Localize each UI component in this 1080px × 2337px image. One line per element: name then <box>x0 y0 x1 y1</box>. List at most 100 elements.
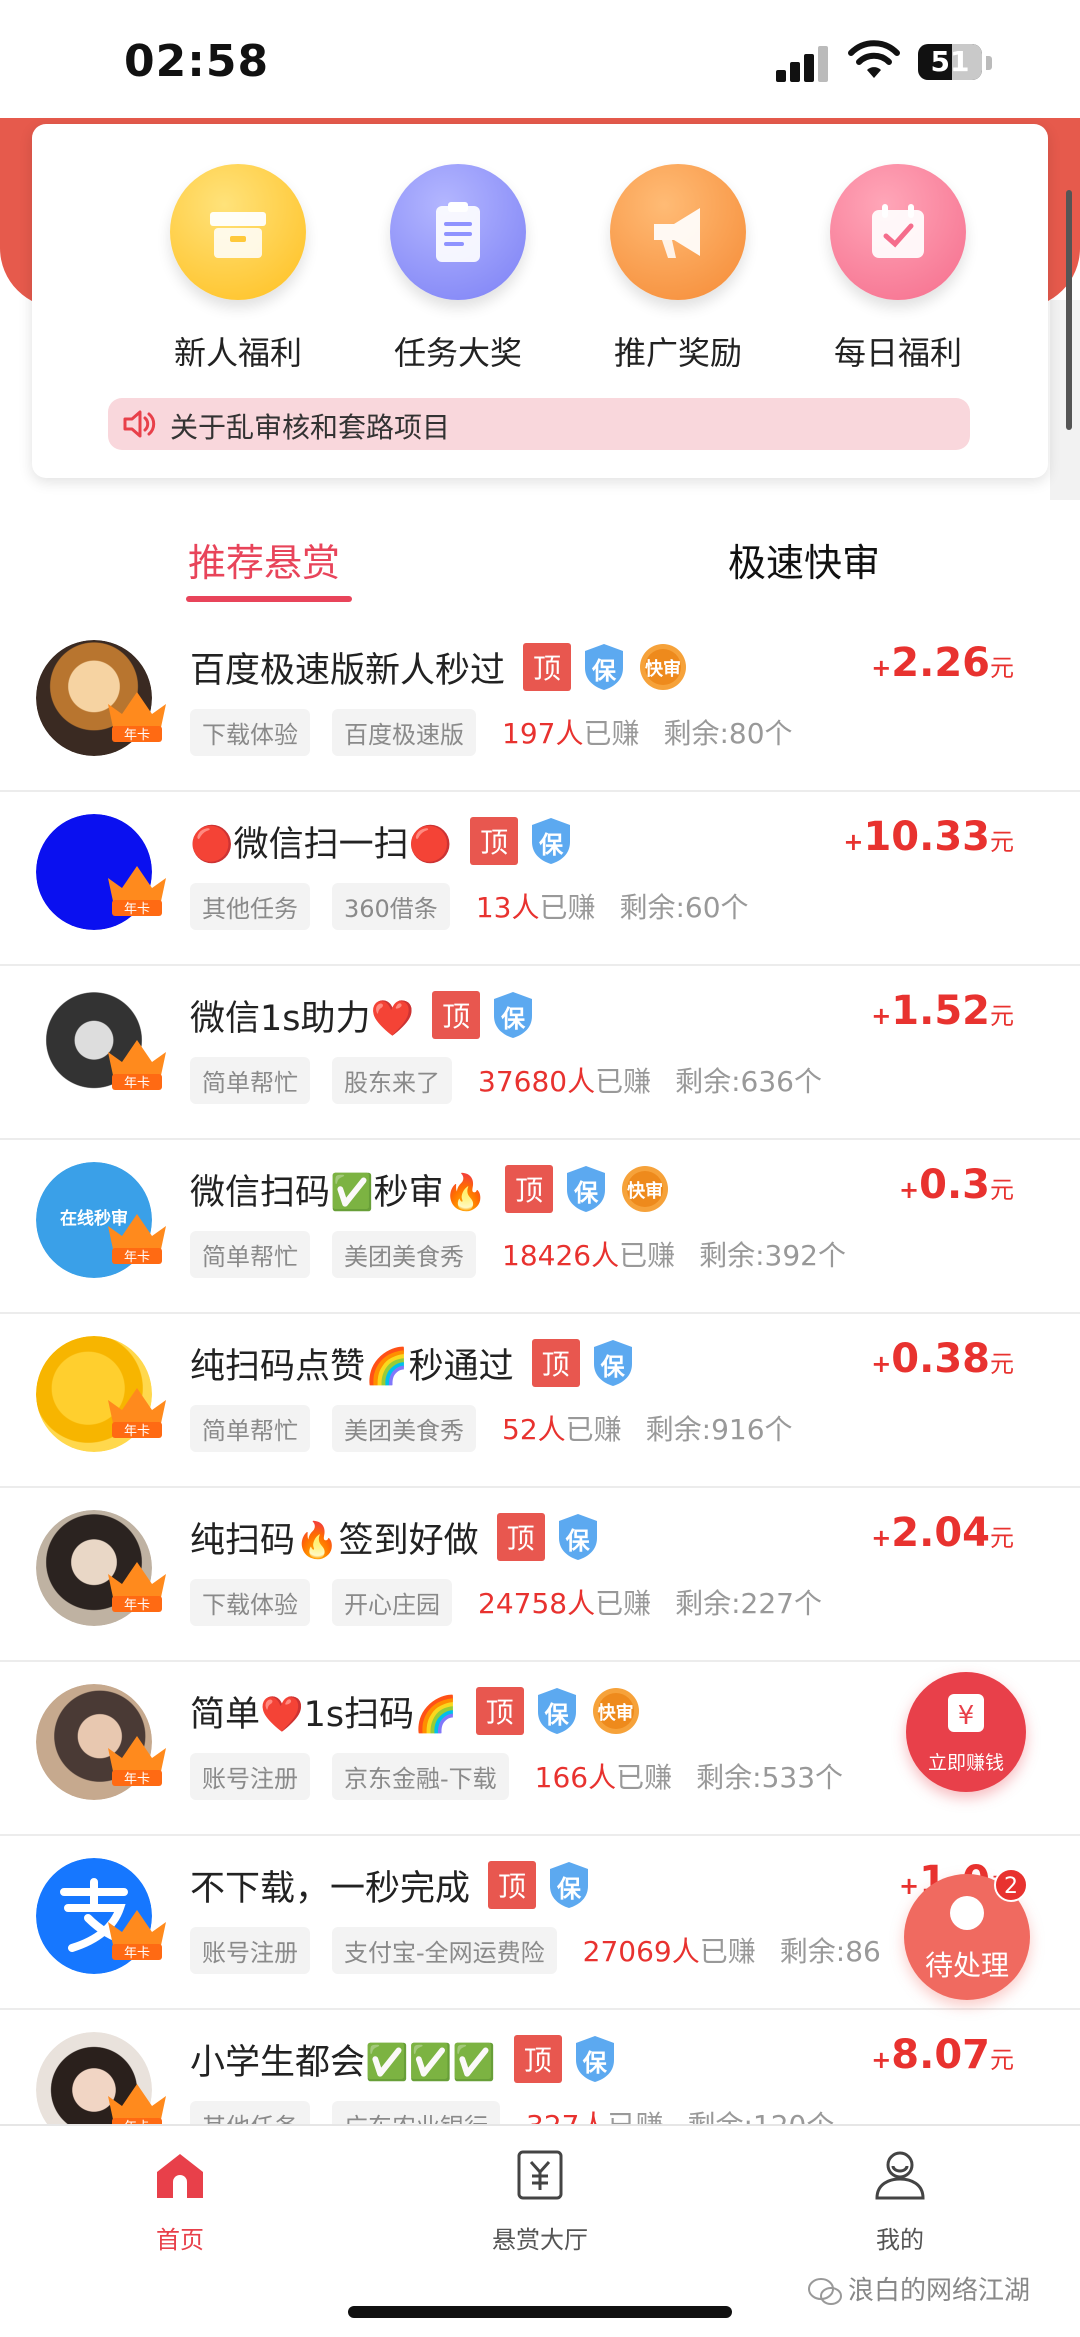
earned-count: 13人已赚 <box>475 891 596 924</box>
guarantee-badge: 保 <box>534 1686 580 1736</box>
task-row[interactable]: 年卡 🔴微信扫一扫🔴 顶 保 其他任务 360借条 13人已赚 剩余:60个 +… <box>0 792 1080 966</box>
tab-fast-review[interactable]: 极速快审 <box>728 532 880 587</box>
earn-now-button[interactable]: ¥ 立即赚钱 <box>906 1672 1026 1792</box>
megaphone-icon <box>610 164 746 300</box>
pending-button[interactable]: 待处理 2 <box>904 1868 1030 2000</box>
earned-count: 18426人已赚 <box>502 1239 676 1272</box>
pin-badge: 顶 <box>475 1687 524 1735</box>
guarantee-badge: 保 <box>590 1338 636 1388</box>
app-tag: 广东农业银行 <box>332 2100 500 2124</box>
reward-price: +8.07元 <box>871 2032 1014 2078</box>
remaining-count: 剩余:227个 <box>675 1587 822 1620</box>
menu-task-prize[interactable]: 任务大奖 <box>358 164 558 374</box>
earned-count: 37680人已赚 <box>478 1065 652 1098</box>
pin-badge: 顶 <box>432 991 481 1039</box>
svg-text:¥: ¥ <box>958 1701 975 1731</box>
crown-icon: 年卡 <box>108 1736 166 1787</box>
guarantee-badge: 保 <box>528 816 574 866</box>
task-title: 微信1s助力❤️ <box>190 998 415 1039</box>
nav-profile[interactable]: 我的 <box>800 2148 1000 2255</box>
app-tag: 股东来了 <box>332 1056 452 1104</box>
crown-icon: 年卡 <box>108 1040 166 1091</box>
task-row[interactable]: 在线秒审 年卡 微信扫码✅秒审🔥 顶 保 快审 简单帮忙 美团美食秀 18426… <box>0 1140 1080 1314</box>
pin-badge: 顶 <box>496 1513 545 1561</box>
earned-count: 327人已赚 <box>526 2104 663 2124</box>
nav-reward-hall[interactable]: 悬赏大厅 <box>440 2148 640 2255</box>
category-tag: 其他任务 <box>190 882 310 930</box>
task-title: 🔴微信扫一扫🔴 <box>190 824 453 865</box>
task-row[interactable]: 年卡 纯扫码点赞🌈秒通过 顶 保 简单帮忙 美团美食秀 52人已赚 剩余:916… <box>0 1314 1080 1488</box>
earned-count: 197人已赚 <box>502 717 640 750</box>
task-title: 简单❤️1s扫码🌈 <box>190 1694 458 1735</box>
menu-daily-welfare[interactable]: 每日福利 <box>798 164 998 374</box>
app-tag: 百度极速版 <box>332 708 476 756</box>
svg-text:年卡: 年卡 <box>124 1250 150 1265</box>
battery-level: 51 <box>930 45 970 78</box>
category-tag: 账号注册 <box>190 1926 310 1974</box>
nav-label: 首页 <box>156 2226 204 2254</box>
guarantee-badge: 保 <box>546 1860 592 1910</box>
task-row[interactable]: 年卡 百度极速版新人秒过 顶 保 快审 下载体验 百度极速版 197人已赚 剩余… <box>0 618 1080 792</box>
crown-icon: 年卡 <box>108 1910 166 1961</box>
pin-badge: 顶 <box>505 1165 554 1213</box>
svg-text:年卡: 年卡 <box>124 1424 150 1439</box>
remaining-count: 剩余:120个 <box>687 2104 834 2124</box>
guarantee-badge: 保 <box>490 990 536 1040</box>
signal-icon <box>776 46 832 82</box>
remaining-count: 剩余:60个 <box>619 891 749 924</box>
menu-newcomer-welfare[interactable]: 新人福利 <box>138 164 338 374</box>
svg-text:年卡: 年卡 <box>124 1598 150 1613</box>
task-row[interactable]: 年卡 小学生都会✅✅✅ 顶 保 其他任务 广东农业银行 327人已赚 剩余:12… <box>0 2010 1080 2124</box>
scrollbar[interactable] <box>1066 190 1072 430</box>
crown-icon: 年卡 <box>108 1214 166 1265</box>
svg-text:年卡: 年卡 <box>124 902 150 917</box>
notice-bar[interactable]: 关于乱审核和套路项目 <box>108 398 970 450</box>
crown-icon: 年卡 <box>108 866 166 917</box>
money-bag-icon: ¥ <box>948 1694 984 1732</box>
crown-icon: 年卡 <box>108 1562 166 1613</box>
earned-count: 27069人已赚 <box>582 1935 756 1968</box>
status-time: 02:58 <box>124 36 270 87</box>
guarantee-badge: 保 <box>563 1164 609 1214</box>
calendar-check-icon <box>830 164 966 300</box>
tab-active-indicator <box>186 596 352 602</box>
remaining-count: 剩余:86 <box>779 1935 881 1968</box>
category-tag: 其他任务 <box>190 2100 310 2124</box>
nav-home[interactable]: 首页 <box>80 2148 280 2255</box>
pending-label: 待处理 <box>924 1949 1009 1982</box>
nav-label: 我的 <box>876 2226 924 2254</box>
nav-label: 悬赏大厅 <box>492 2226 588 2254</box>
svg-text:年卡: 年卡 <box>124 1076 150 1091</box>
app-tag: 美团美食秀 <box>332 1404 476 1452</box>
svg-text:年卡: 年卡 <box>124 1772 150 1787</box>
menu-label: 新人福利 <box>173 334 302 372</box>
crown-icon: 年卡 <box>108 2084 166 2124</box>
pin-badge: 顶 <box>470 817 519 865</box>
category-tag: 下载体验 <box>190 708 310 756</box>
notice-text: 关于乱审核和套路项目 <box>170 411 451 444</box>
app-tag: 美团美食秀 <box>332 1230 476 1278</box>
quick-menu-card: 新人福利 任务大奖 推广奖励 每日福利 关于乱审核和套路项目 <box>32 124 1048 478</box>
fast-review-badge: 快审 <box>619 1164 671 1214</box>
profile-icon <box>875 2151 925 2200</box>
app-tag: 开心庄园 <box>332 1578 452 1626</box>
task-row[interactable]: 年卡 微信1s助力❤️ 顶 保 简单帮忙 股东来了 37680人已赚 剩余:63… <box>0 966 1080 1140</box>
task-title: 百度极速版新人秒过 <box>190 650 506 691</box>
guarantee-badge: 保 <box>555 1512 601 1562</box>
crown-icon: 年卡 <box>108 692 166 743</box>
app-tag: 京东金融-下载 <box>332 1752 509 1800</box>
watermark: 浪白的网络江湖 <box>808 2270 1030 2307</box>
task-title: 纯扫码点赞🌈秒通过 <box>190 1346 514 1387</box>
guarantee-badge: 保 <box>572 2034 618 2084</box>
category-tag: 简单帮忙 <box>190 1230 310 1278</box>
tab-recommended[interactable]: 推荐悬赏 <box>188 532 340 587</box>
wifi-icon <box>848 40 900 78</box>
reward-hall-icon <box>517 2150 563 2200</box>
task-row[interactable]: 年卡 纯扫码🔥签到好做 顶 保 下载体验 开心庄园 24758人已赚 剩余:22… <box>0 1488 1080 1662</box>
home-indicator[interactable] <box>348 2306 732 2318</box>
home-icon <box>157 2154 203 2198</box>
status-bar: 02:58 51 <box>0 0 1080 120</box>
menu-promotion-reward[interactable]: 推广奖励 <box>578 164 778 374</box>
task-title: 小学生都会✅✅✅ <box>190 2042 496 2083</box>
task-title: 微信扫码✅秒审🔥 <box>190 1172 488 1213</box>
